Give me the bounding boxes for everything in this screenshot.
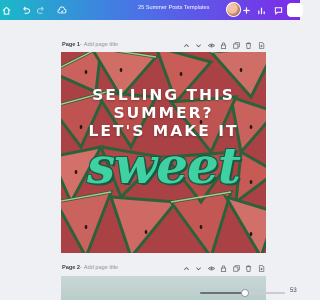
avatar[interactable] [226,2,241,17]
add-page-icon[interactable] [255,40,268,50]
page-label: Page 1 [62,42,81,48]
chevron-down-icon[interactable] [193,40,206,50]
zoom-level[interactable]: 53 [290,288,297,294]
add-page-icon[interactable] [255,263,268,273]
page-separator: - [80,265,82,271]
duplicate-icon[interactable] [230,263,243,273]
add-icon[interactable] [240,4,252,16]
chevron-up-icon[interactable] [180,263,193,273]
home-icon[interactable] [0,4,12,16]
duplicate-icon[interactable] [230,40,243,50]
page-label: Page 2 [62,265,81,271]
page-separator: - [80,42,82,48]
chevron-down-icon[interactable] [193,263,206,273]
eye-icon[interactable] [205,40,218,50]
redo-icon[interactable] [35,4,47,16]
zoom-slider-thumb[interactable] [241,289,250,297]
trash-icon[interactable] [243,263,256,273]
analytics-icon[interactable] [255,4,267,16]
trash-icon[interactable] [243,40,256,50]
zoom-slider-fill [200,292,246,294]
eye-icon[interactable] [205,263,218,273]
lock-icon[interactable] [218,263,231,273]
lock-icon[interactable] [218,40,231,50]
cloud-sync-icon[interactable] [56,4,68,16]
share-button[interactable] [287,3,303,17]
page-actions [180,40,268,50]
document-title[interactable]: 25 Summer Posts Templates [138,5,209,11]
page-2-header: Page 2 - Add page title [62,263,272,273]
headline-line-2[interactable]: SUMMER? [61,104,266,122]
design-page-1[interactable]: SELLING THIS SUMMER? LET'S MAKE IT sweet [61,52,266,253]
page-title-input[interactable]: Add page title [84,42,118,48]
comment-icon[interactable] [272,4,284,16]
script-word-sweet[interactable]: sweet [61,136,266,195]
undo-icon[interactable] [19,4,31,16]
design-page-2[interactable] [61,276,266,300]
page-1-header: Page 1 - Add page title [62,40,272,50]
headline-line-1[interactable]: SELLING THIS [61,86,266,104]
zoom-slider[interactable] [200,289,285,297]
page-actions [180,263,268,273]
chevron-up-icon[interactable] [180,40,193,50]
top-toolbar: 25 Summer Posts Templates [0,0,303,20]
page-title-input[interactable]: Add page title [84,265,118,271]
